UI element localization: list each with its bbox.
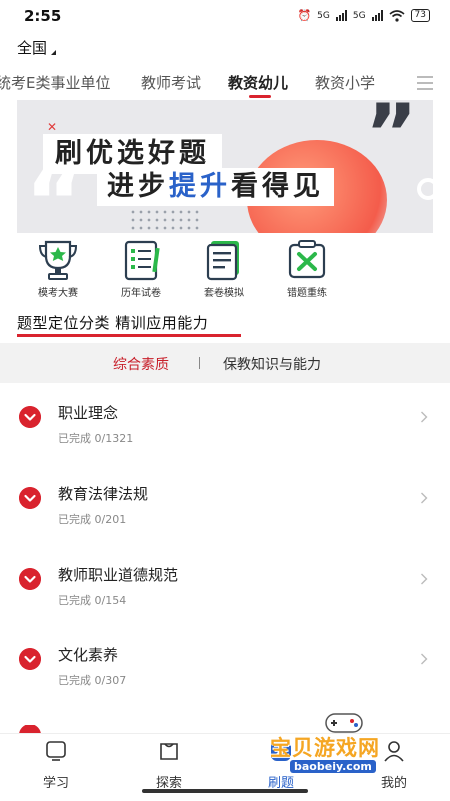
- tab-primary[interactable]: 教资小学: [315, 72, 375, 93]
- list-item-title: 教师职业道德规范: [58, 566, 179, 584]
- tab-teacher-exam[interactable]: 教师考试: [141, 72, 201, 93]
- chevron-right-icon: [421, 653, 428, 665]
- region-label: 全国: [17, 39, 48, 57]
- trophy-icon: [36, 238, 80, 282]
- list-item[interactable]: 教师职业道德规范 已完成 0/154: [0, 566, 450, 648]
- banner-subline: 进步提升看得见: [97, 168, 334, 206]
- list-item-progress: 已完成 0/307: [58, 674, 127, 687]
- list-item[interactable]: 职业理念 已完成 0/1321: [0, 404, 450, 486]
- chevron-down-icon: [19, 568, 41, 590]
- signal-icon-2: [371, 10, 383, 21]
- banner-subline-highlight: 提升: [169, 171, 231, 202]
- quick-action-label: 模考大赛: [38, 288, 78, 299]
- status-time: 2:55: [24, 7, 62, 25]
- tab-care-education[interactable]: 保教知识与能力: [223, 354, 321, 374]
- subtab-divider: [199, 357, 200, 369]
- gesture-bar: [142, 789, 308, 793]
- menu-icon[interactable]: [417, 76, 433, 90]
- chevron-right-icon: [421, 573, 428, 585]
- network-type-2: 5G: [352, 10, 366, 21]
- region-selector[interactable]: 全国: [17, 37, 57, 58]
- quick-action-label: 历年试卷: [121, 288, 161, 299]
- quick-action-label: 套卷模拟: [204, 288, 244, 299]
- section-underline: [17, 334, 241, 337]
- chevron-down-icon: [19, 406, 41, 428]
- battery-icon: 73: [410, 9, 430, 22]
- chevron-right-icon: [421, 411, 428, 423]
- ring-decoration: [417, 178, 433, 200]
- document-icon: [202, 238, 246, 282]
- subject-tabs: 综合素质 保教知识与能力: [0, 343, 450, 383]
- watermark: 宝贝游戏网 baobeiy.com: [262, 708, 432, 778]
- nav-study[interactable]: 学习: [26, 740, 86, 791]
- tab-preschool[interactable]: 教资幼儿: [228, 72, 288, 93]
- list-item[interactable]: 教育法律法规 已完成 0/201: [0, 485, 450, 567]
- section-title: 题型定位分类 精训应用能力: [17, 314, 209, 332]
- quick-action-mock-set[interactable]: 套卷模拟: [189, 238, 259, 299]
- list-item-title: 教育法律法规: [58, 485, 149, 503]
- dropdown-corner-icon: [51, 50, 57, 55]
- status-indicators: ⏰ 5G 5G 73: [297, 9, 430, 22]
- wrong-mark-icon: [285, 238, 329, 282]
- banner-subline-c: 看得见: [231, 171, 324, 202]
- list-item-progress: 已完成 0/1321: [58, 432, 134, 445]
- active-tab-indicator: [249, 95, 271, 98]
- list-item-progress: 已完成 0/201: [58, 513, 127, 526]
- quick-action-past-papers[interactable]: 历年试卷: [106, 238, 176, 299]
- chevron-right-icon: [421, 492, 428, 504]
- category-tabs: 统考E类事业单位 教师考试 教资幼儿 教资小学: [0, 72, 450, 100]
- chevron-down-icon: [19, 648, 41, 670]
- tab-comprehensive[interactable]: 综合素质: [113, 354, 169, 374]
- quick-action-wrong-review[interactable]: 错题重练: [272, 238, 342, 299]
- network-type-1: 5G: [317, 10, 330, 21]
- watermark-url: baobeiy.com: [290, 760, 376, 773]
- promo-banner[interactable]: “ ” ✕ 刷优选好题 进步提升看得见: [17, 100, 433, 233]
- list-item-progress: 已完成 0/154: [58, 594, 127, 607]
- list-item-title: 职业理念: [58, 404, 119, 422]
- tab-e-class[interactable]: 统考E类事业单位: [0, 72, 110, 93]
- quote-right-icon: ”: [365, 100, 418, 180]
- quick-action-label: 错题重练: [287, 288, 327, 299]
- explore-icon: [160, 743, 178, 760]
- nav-explore[interactable]: 探索: [139, 740, 199, 791]
- signal-icon: [335, 10, 347, 21]
- watermark-text: 宝贝游戏网: [270, 736, 380, 760]
- wifi-icon: [389, 9, 405, 22]
- list-item-title: 文化素养: [58, 646, 119, 664]
- quick-action-mock-contest[interactable]: 模考大赛: [23, 238, 93, 299]
- study-icon: [46, 741, 66, 761]
- x-decoration-icon: ✕: [47, 120, 58, 134]
- status-bar: 2:55 ⏰ 5G 5G 73: [0, 0, 450, 32]
- alarm-icon: ⏰: [297, 9, 312, 22]
- chevron-down-icon: [19, 487, 41, 509]
- banner-subline-a: 进步: [107, 171, 169, 202]
- paper-list-icon: [119, 238, 163, 282]
- nav-label: 学习: [42, 776, 69, 791]
